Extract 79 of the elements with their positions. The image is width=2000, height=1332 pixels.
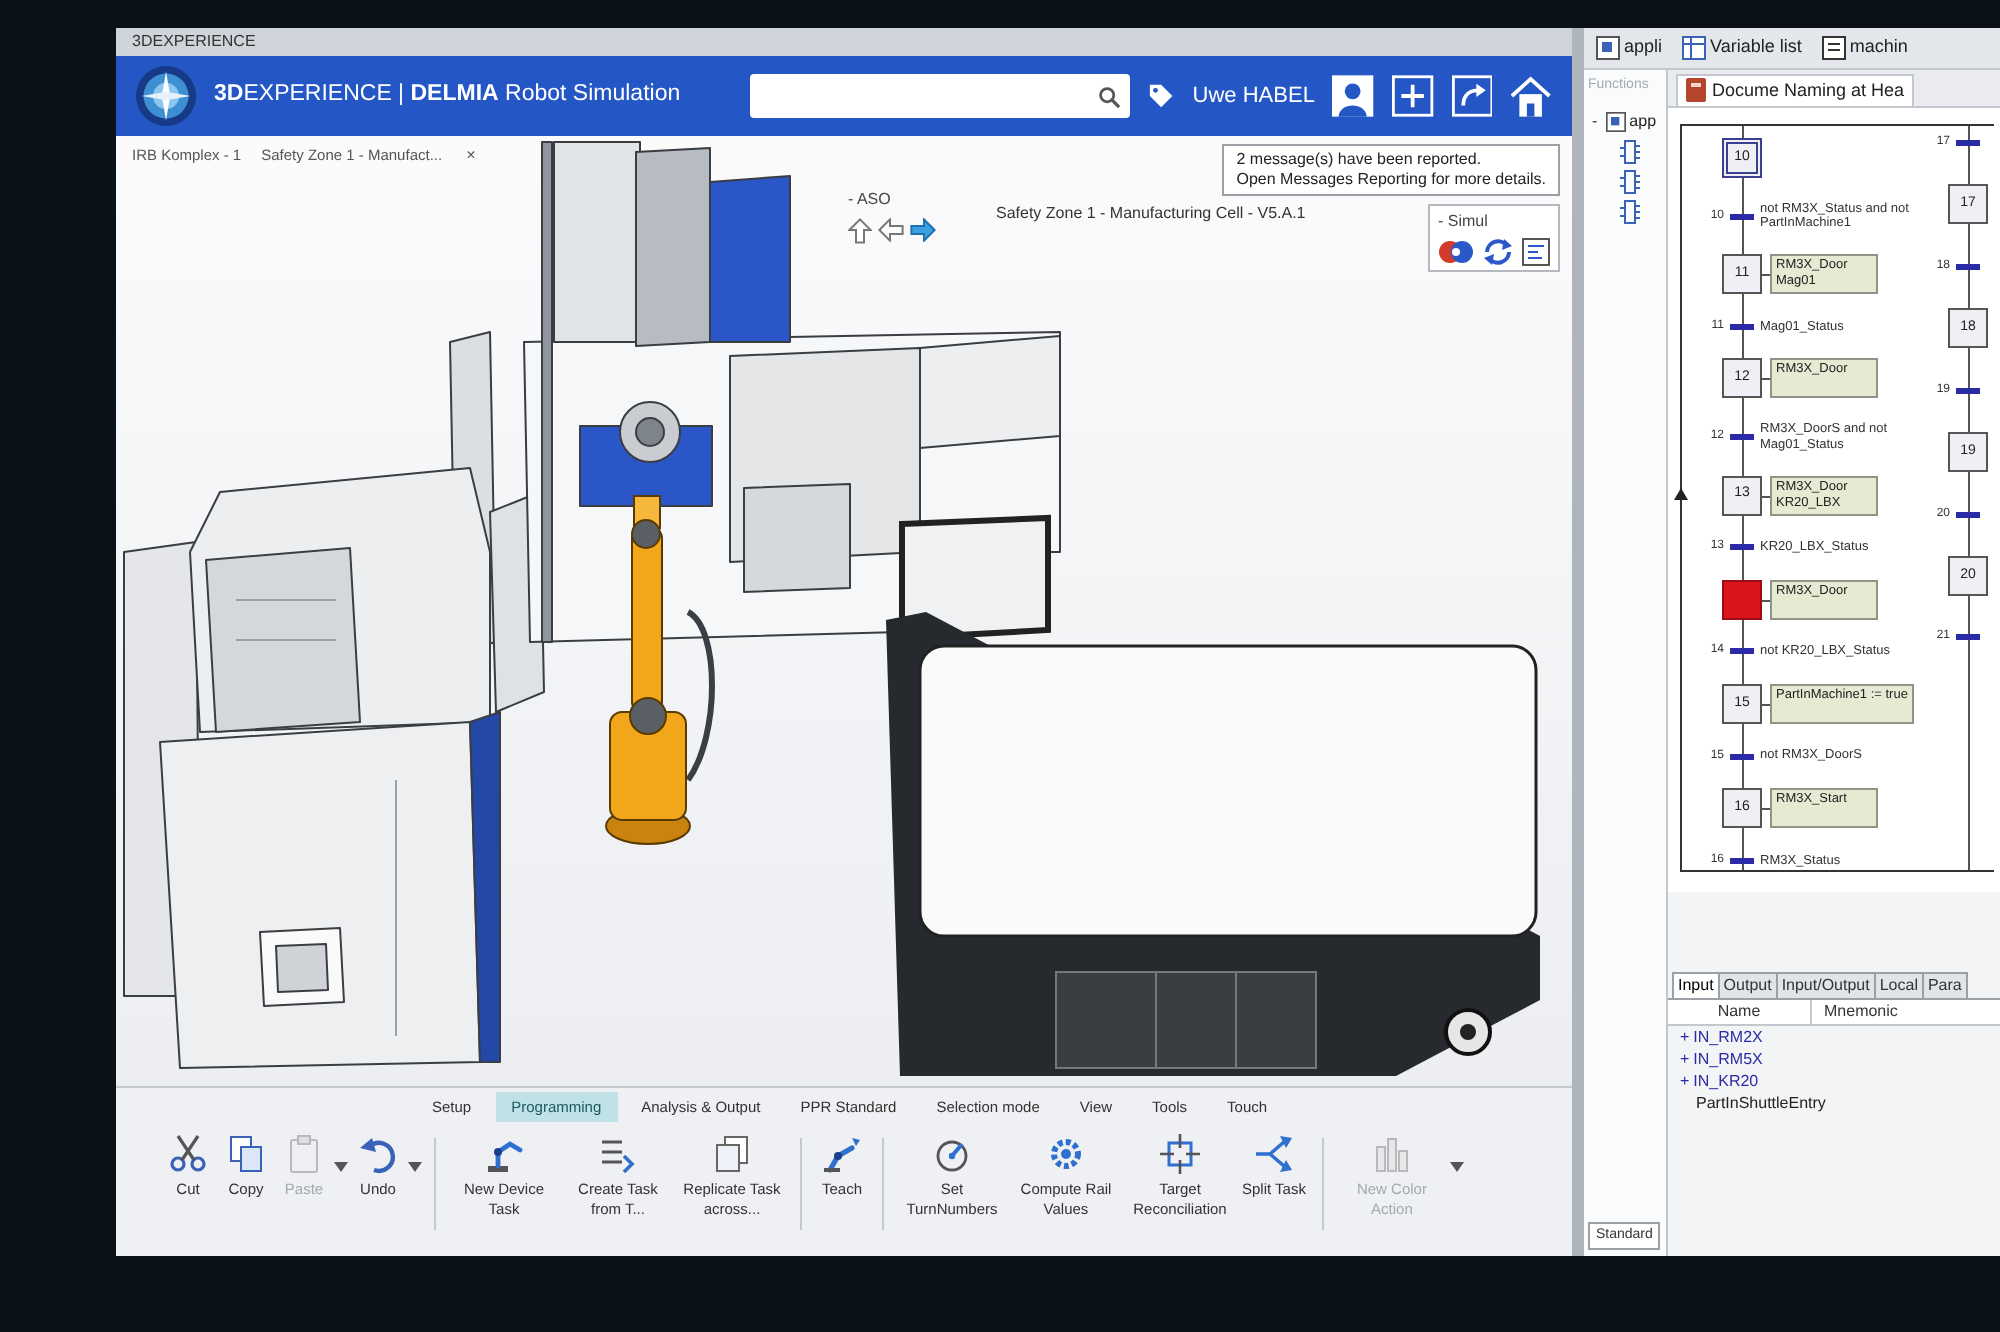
sfc-transition-bar[interactable] [1730,323,1754,330]
document-tab[interactable]: Docume Naming at Hea [1676,73,1915,106]
app-title: 3DEXPERIENCE | DELMIA Robot Simulation [214,80,681,111]
variable-name[interactable]: PartInShuttleEntry [1696,1092,1826,1114]
right-arrow-icon[interactable] [910,218,936,242]
sfc-transition-bar[interactable] [1956,387,1980,394]
variable-name[interactable]: IN_RM5X [1693,1048,1763,1070]
plus-icon[interactable] [1392,74,1434,118]
book-icon [1686,78,1706,103]
expand-toggle[interactable]: + [1680,1026,1690,1048]
user-name[interactable]: Uwe HABEL [1192,79,1315,113]
toolbar-button[interactable]: appli [1592,34,1667,62]
table-tab[interactable]: Input/Output [1775,972,1876,998]
split-arrow-icon [1253,1134,1294,1174]
stacked-pages-icon [712,1134,752,1174]
gear-icon [1046,1134,1086,1174]
caret-icon[interactable] [1449,1162,1464,1172]
refresh-icon[interactable] [1482,238,1514,266]
table-icon [1682,36,1707,60]
panel-title[interactable]: - Simul [1438,210,1550,234]
home-icon[interactable] [1510,74,1552,118]
window-title: 3DEXPERIENCE [132,32,256,50]
crosshair-icon [1160,1134,1200,1174]
function-block-icon[interactable] [1620,139,1640,163]
sfc-transition-bar[interactable] [1730,544,1754,551]
arrowhead-icon [1674,488,1688,500]
application-icon [1605,111,1626,131]
compass-label[interactable]: - ASO [848,188,936,212]
sfc-transition-bar[interactable] [1956,511,1980,518]
column-header[interactable]: Mnemonic [1812,1000,1898,1024]
spindle-drawing [619,401,681,463]
document-icon [1821,36,1846,60]
toolbar-button[interactable]: Variable list [1678,34,1806,62]
sfc-transition-bar[interactable] [1730,648,1754,655]
share-icon[interactable] [1451,74,1493,118]
sfc-step[interactable] [1722,579,1762,620]
table-tab[interactable]: Input [1672,972,1720,998]
table-tab[interactable]: Output [1717,972,1778,998]
message-text: Open Messages Reporting for more details. [1236,170,1546,190]
search-icon[interactable] [1098,85,1121,107]
robot-arm-icon [822,1134,862,1174]
up-arrow-icon[interactable] [848,218,872,244]
tag-icon[interactable] [1148,82,1175,110]
variable-name[interactable]: IN_RM2X [1693,1026,1763,1048]
sfc-transition-bar[interactable] [1730,213,1754,220]
copy-icon [226,1134,266,1174]
task-list-icon [598,1134,638,1174]
caret-icon[interactable] [334,1162,348,1172]
sfc-transition-bar[interactable] [1956,263,1980,270]
expand-toggle[interactable]: + [1680,1070,1690,1092]
tree-item[interactable]: app [1605,109,1657,133]
left-arrow-icon[interactable] [878,218,904,242]
function-block-icon[interactable] [1620,199,1640,223]
column-header[interactable]: Name [1668,1000,1812,1024]
sfc-transition-bar[interactable] [1730,857,1754,864]
toolbar-button[interactable]: machin [1817,34,1912,62]
expand-toggle[interactable]: + [1680,1048,1690,1070]
tree-toggle[interactable]: - [1588,110,1602,132]
application-icon [1596,36,1620,60]
message-text: 2 message(s) have been reported. [1236,150,1484,170]
user-avatar-icon[interactable] [1332,74,1375,118]
sfc-transition-bar[interactable] [1956,634,1980,641]
sfc-transition-bar[interactable] [1730,434,1754,441]
scissors-icon [168,1134,208,1174]
color-bars-icon [1371,1134,1412,1174]
toggle-icon[interactable] [1438,240,1474,264]
sfc-transition-bar[interactable] [1730,753,1754,760]
compass-icon[interactable] [136,64,197,128]
close-button[interactable]: × [462,145,480,166]
clipboard-icon [284,1134,324,1174]
function-block-icon[interactable] [1620,169,1640,193]
variable-name[interactable]: IN_KR20 [1693,1070,1759,1092]
search-field[interactable] [750,74,1131,118]
table-tab[interactable]: Local [1873,972,1924,998]
document-icon[interactable] [1522,238,1550,266]
scene-title: Safety Zone 1 - Manufacturing Cell - V5.A.1 [996,202,1306,226]
table-tab[interactable]: Para [1921,972,1968,998]
undo-icon [358,1134,398,1174]
caret-icon[interactable] [408,1162,422,1172]
